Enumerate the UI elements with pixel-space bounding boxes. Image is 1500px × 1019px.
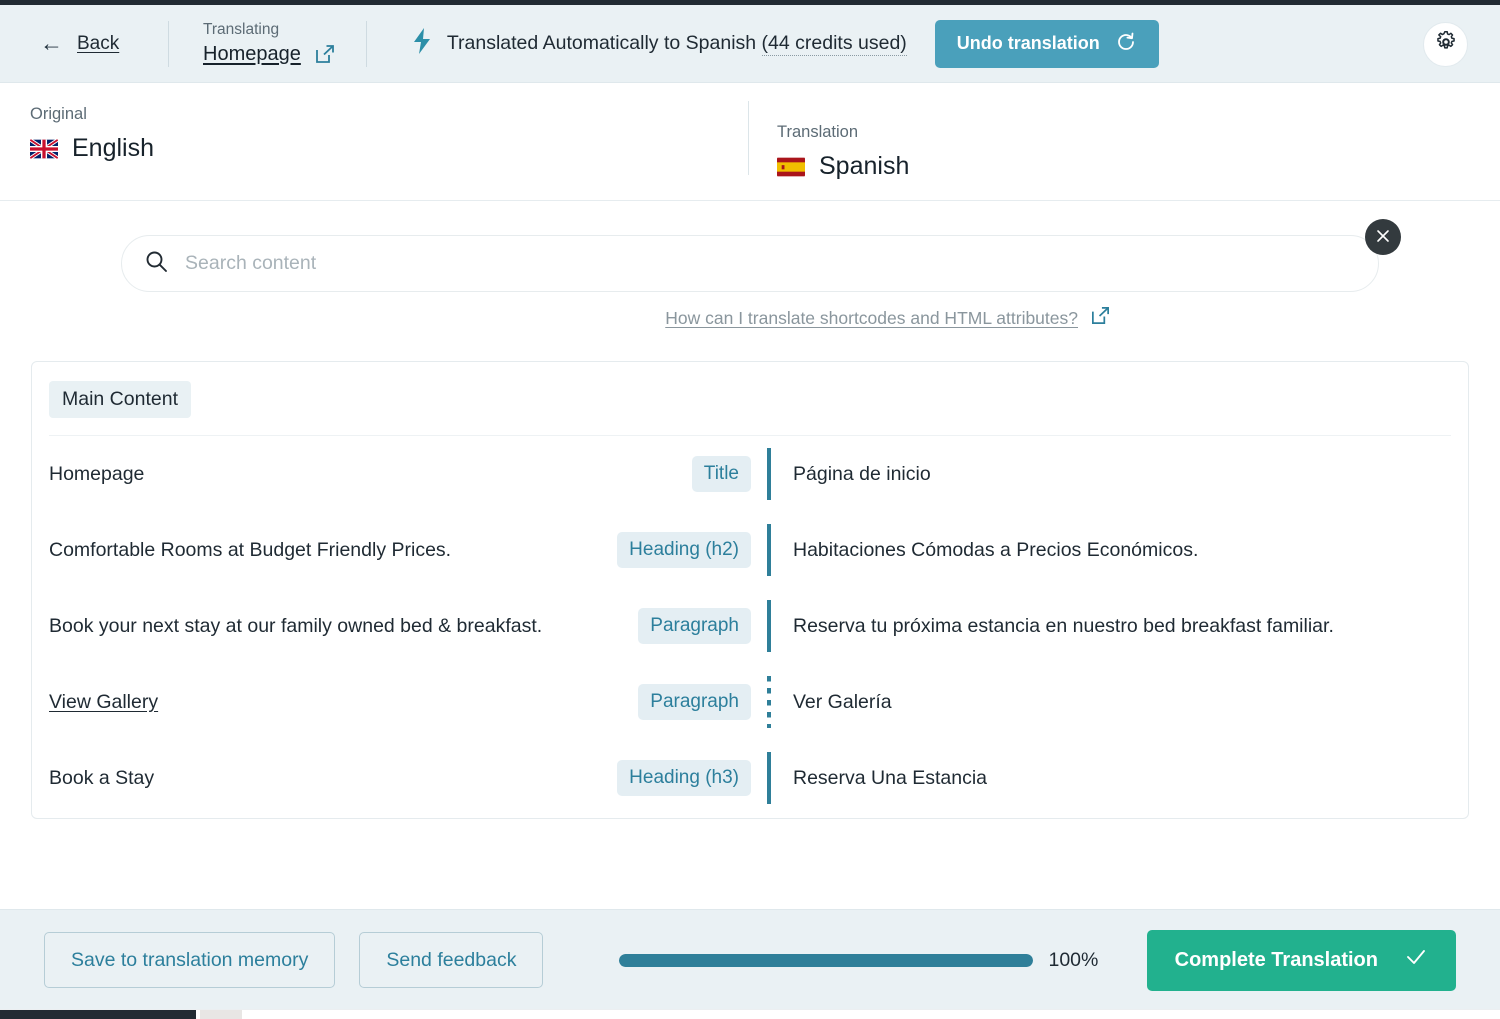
row-source-cell: View Gallery Paragraph xyxy=(49,664,751,740)
original-language-column: Original English xyxy=(0,83,748,200)
undo-translation-button[interactable]: Undo translation xyxy=(934,19,1159,68)
table-row[interactable]: Book a Stay Heading (h3) Reserva Una Estan… xyxy=(49,740,1451,816)
save-to-translation-memory-button[interactable]: Save to translation memory xyxy=(44,932,336,988)
language-bar: Original English Translation Spanish xyxy=(0,83,1500,201)
content-type-badge: Heading (h2) xyxy=(617,532,751,568)
search-input[interactable] xyxy=(185,252,1285,275)
checkmark-icon xyxy=(1404,945,1428,975)
row-source-cell: Comfortable Rooms at Budget Friendly Pri… xyxy=(49,512,751,588)
status-text: Translated Automatically to Spanish (44 … xyxy=(446,32,907,56)
source-text: Book your next stay at our family owned … xyxy=(49,614,543,637)
target-text[interactable]: Habitaciones Cómodas a Precios Económico… xyxy=(793,537,1198,563)
shortcodes-help-link[interactable]: How can I translate shortcodes and HTML … xyxy=(665,308,1078,329)
row-source-cell: Homepage Title xyxy=(49,436,751,512)
translation-rows: Homepage Title Página de inicio Comfortable… xyxy=(49,436,1451,818)
search-box[interactable] xyxy=(121,235,1379,292)
table-row[interactable]: Book your next stay at our family owned … xyxy=(49,588,1451,664)
content-card: Main Content Homepage Title Página de inic… xyxy=(31,361,1469,819)
card-header: Main Content xyxy=(49,362,1451,436)
row-source-cell: Book your next stay at our family owned … xyxy=(49,588,751,664)
send-feedback-button[interactable]: Send feedback xyxy=(359,932,544,988)
row-target-cell[interactable]: Reserva tu próxima estancia en nuestro b… xyxy=(771,588,1451,664)
complete-translation-button[interactable]: Complete Translation xyxy=(1146,929,1456,991)
external-link-icon[interactable] xyxy=(1090,305,1111,331)
translation-language-column: Translation Spanish xyxy=(748,101,909,180)
credits-used-text: (44 credits used) xyxy=(761,32,907,56)
app-footer: Save to translation memory Send feedback… xyxy=(0,909,1500,1010)
main-content-area: How can I translate shortcodes and HTML … xyxy=(0,201,1500,910)
source-text: Homepage xyxy=(49,462,145,485)
uk-flag-icon xyxy=(30,138,58,159)
progress-bar-fill xyxy=(619,953,1034,967)
row-source-cell: Book a Stay Heading (h3) xyxy=(49,740,751,816)
translation-heading: Translation xyxy=(777,123,859,141)
undo-rotate-icon xyxy=(1116,31,1137,57)
spain-flag-icon xyxy=(777,157,805,177)
progress-percent-label: 100% xyxy=(1048,948,1099,971)
row-target-cell[interactable]: Página de inicio xyxy=(771,436,1451,512)
table-row[interactable]: Comfortable Rooms at Budget Friendly Pri… xyxy=(49,512,1451,588)
search-area xyxy=(121,219,1401,292)
help-row: How can I translate shortcodes and HTML … xyxy=(121,305,1379,331)
settings-button[interactable] xyxy=(1423,22,1468,67)
content-type-badge: Paragraph xyxy=(638,608,751,644)
source-text[interactable]: View Gallery xyxy=(49,689,158,715)
translation-status: Translated Automatically to Spanish (44 … xyxy=(367,19,1500,68)
table-row[interactable]: View Gallery Paragraph Ver Galería xyxy=(49,664,1451,740)
section-chip: Main Content xyxy=(49,381,191,418)
gear-icon xyxy=(1434,30,1458,59)
content-type-badge: Paragraph xyxy=(638,684,751,720)
search-icon xyxy=(144,249,169,279)
translating-label: Translating xyxy=(203,21,280,39)
target-text[interactable]: Reserva tu próxima estancia en nuestro b… xyxy=(793,613,1334,639)
external-link-icon[interactable] xyxy=(314,43,336,65)
row-target-cell[interactable]: Ver Galería xyxy=(771,664,1451,740)
content-type-badge: Title xyxy=(691,456,751,492)
lightning-bolt-icon xyxy=(411,27,433,60)
translating-page-name[interactable]: Homepage xyxy=(203,43,301,66)
complete-translation-label: Complete Translation xyxy=(1174,948,1378,971)
content-type-badge: Heading (h3) xyxy=(617,760,751,796)
original-heading: Original xyxy=(30,105,87,123)
translating-info: Translating Homepage xyxy=(169,21,366,66)
horizontal-scrollbar[interactable] xyxy=(0,1009,1500,1019)
arrow-left-icon: ← xyxy=(40,30,63,56)
close-search-button[interactable] xyxy=(1365,219,1401,255)
back-button[interactable]: ← Back xyxy=(0,32,168,55)
translation-language-name: Spanish xyxy=(819,152,910,180)
close-icon xyxy=(1374,227,1392,248)
target-text[interactable]: Reserva Una Estancia xyxy=(793,765,987,791)
original-language-name: English xyxy=(72,134,154,162)
undo-translation-label: Undo translation xyxy=(956,33,1100,53)
progress-area: 100% xyxy=(619,949,1122,972)
table-row[interactable]: Homepage Title Página de inicio xyxy=(49,436,1451,512)
app-header: ← Back Translating Homepage Translated A… xyxy=(0,5,1500,83)
target-text[interactable]: Ver Galería xyxy=(793,689,892,715)
source-text: Book a Stay xyxy=(49,766,155,789)
row-target-cell[interactable]: Habitaciones Cómodas a Precios Económico… xyxy=(771,512,1451,588)
status-prefix: Translated Automatically to Spanish xyxy=(446,32,757,54)
horizontal-scrollbar-segment xyxy=(200,1010,242,1019)
row-target-cell[interactable]: Reserva Una Estancia xyxy=(771,740,1451,816)
back-button-label: Back xyxy=(77,32,120,54)
progress-bar xyxy=(619,953,1034,967)
horizontal-scrollbar-thumb[interactable] xyxy=(0,1010,196,1019)
target-text[interactable]: Página de inicio xyxy=(793,461,931,487)
source-text: Comfortable Rooms at Budget Friendly Pri… xyxy=(49,538,452,561)
